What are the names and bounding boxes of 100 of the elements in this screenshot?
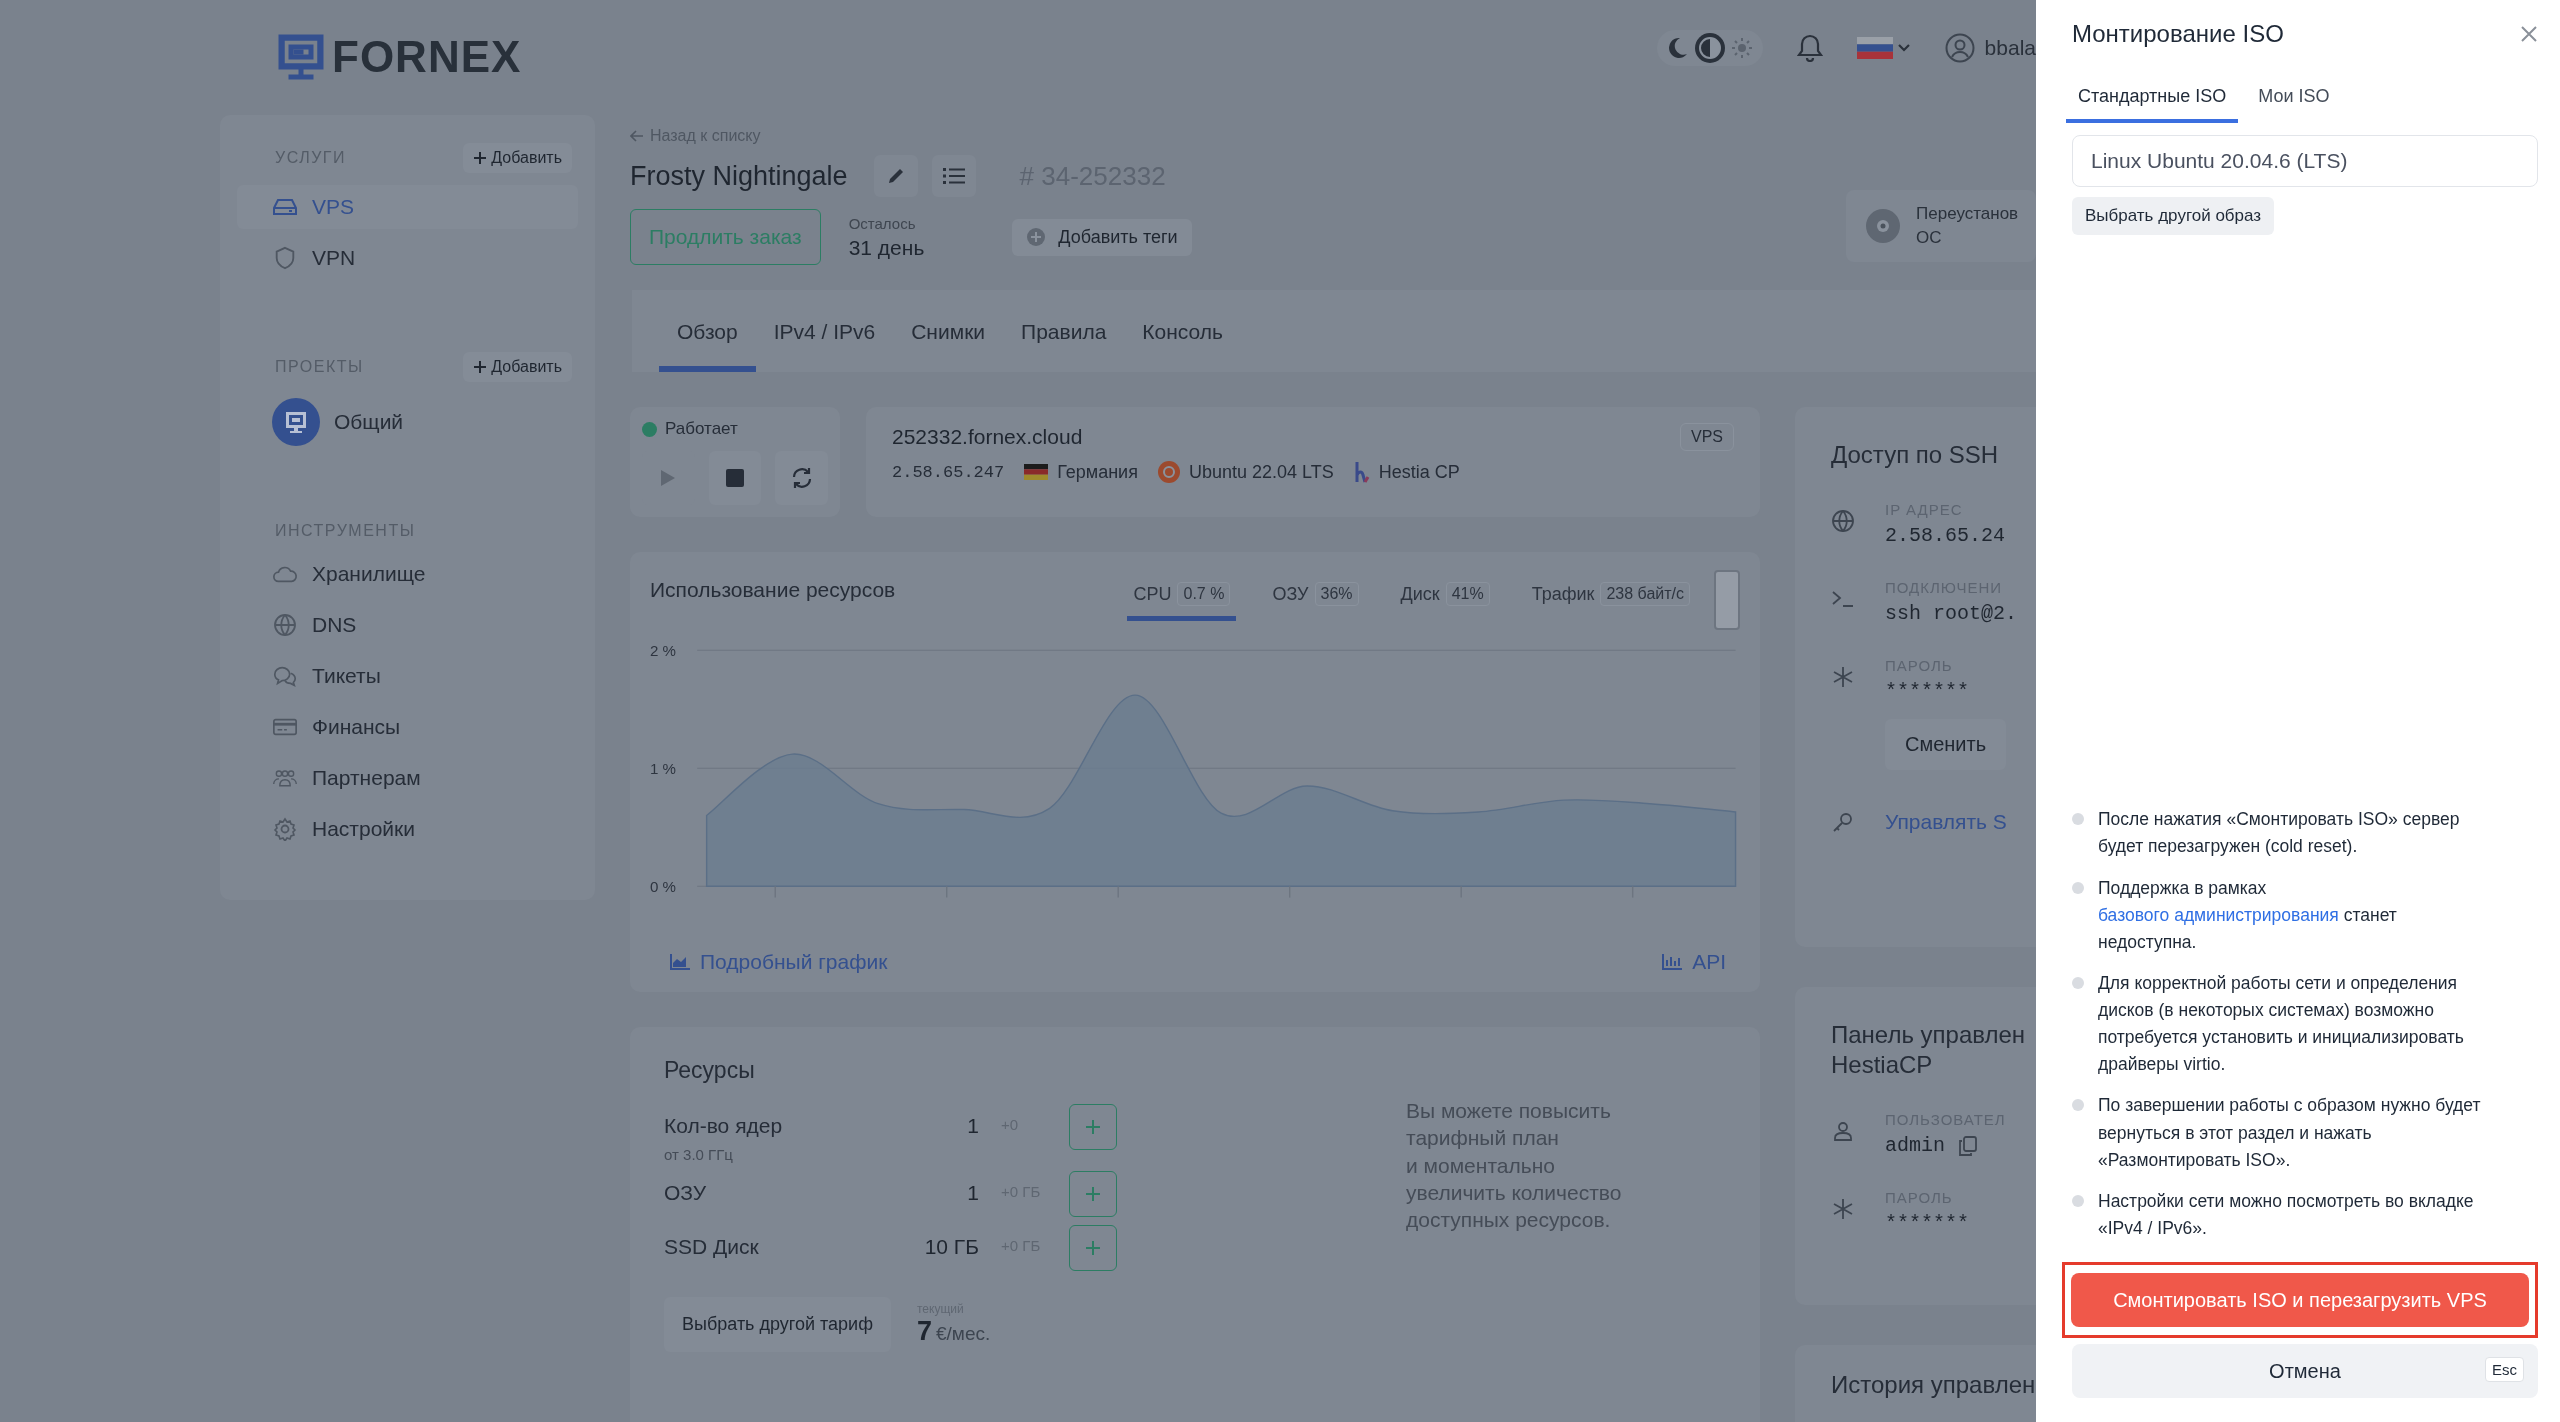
globe-icon: [1831, 509, 1855, 533]
tab[interactable]: Снимки: [893, 320, 1004, 372]
stop-button[interactable]: [708, 451, 762, 505]
metric-tab[interactable]: ОЗУ 36%: [1266, 570, 1365, 621]
bullet-dot: [2072, 1099, 2084, 1112]
add-button[interactable]: Добавить: [463, 143, 572, 173]
flag-icon: [1856, 37, 1893, 59]
change-plan-button[interactable]: Выбрать другой тариф: [664, 1297, 891, 1352]
price-unit: €/мес.: [936, 1323, 991, 1345]
plus-icon: [473, 360, 488, 374]
panel-name: Hestia CP: [1378, 461, 1460, 483]
edit-button[interactable]: [873, 155, 918, 197]
sidebar-item[interactable]: Настройки: [237, 807, 578, 851]
tab[interactable]: Мои ISO: [2246, 80, 2342, 123]
note-text: Для корректной работы сети и определения дисков (в некоторых системах) возможно потребуется установить и инициализировать драйверы virtio.: [2098, 971, 2465, 1077]
os-logo-icon: [1157, 461, 1180, 483]
bell-icon[interactable]: [1796, 34, 1823, 62]
tab[interactable]: IPv4 / IPv6: [755, 320, 894, 372]
asterisk-icon: [1831, 1197, 1855, 1221]
card-title: HestiaCP: [1831, 1051, 1934, 1079]
field-value: *******: [1885, 680, 1970, 703]
esc-key-hint: Esc: [2485, 1357, 2524, 1382]
choose-image-button[interactable]: Выбрать другой образ: [2072, 197, 2275, 235]
sun-icon: [1731, 38, 1752, 58]
sidebar-item[interactable]: VPS: [237, 185, 578, 229]
resource-label: Кол-во ядер: [664, 1114, 784, 1138]
disc-icon: [1864, 207, 1902, 245]
cancel-button[interactable]: Отмена Esc: [2072, 1344, 2538, 1398]
sidebar-item[interactable]: VPN: [237, 236, 578, 280]
note-text: После нажатия «Смонтировать ISO» сервер будет перезагружен (cold reset).: [2098, 808, 2461, 859]
manage-keys-link[interactable]: Управлять S: [1885, 810, 2007, 834]
sidebar-item[interactable]: Партнерам: [237, 756, 578, 800]
area-chart-icon: [670, 954, 690, 970]
tab[interactable]: Обзор: [659, 320, 756, 372]
add-button[interactable]: Добавить: [463, 352, 572, 382]
tab[interactable]: Стандартные ISO: [2066, 80, 2239, 123]
sidebar-item[interactable]: Общий: [237, 394, 578, 450]
server-name: Frosty Nightingale: [630, 160, 848, 192]
status-text: Работает: [665, 419, 738, 439]
chat-icon: [272, 664, 298, 688]
user-icon: [1944, 33, 1975, 63]
plus-icon: [1085, 1119, 1101, 1135]
mount-and-reboot-button[interactable]: Смонтировать ISO и перезагрузить VPS: [2071, 1273, 2529, 1327]
axis-label: 1 %: [650, 759, 676, 777]
bullet-dot: [2072, 976, 2084, 989]
theme-option[interactable]: [1694, 33, 1725, 63]
resource-value: 10 ГБ: [924, 1234, 979, 1259]
sidebar-item[interactable]: Финансы: [237, 705, 578, 749]
sidebar-item[interactable]: Хранилище: [237, 552, 578, 596]
resource-value: 1: [966, 1113, 979, 1138]
note-text: Поддержка в рамках базового администрирования станет недоступна.: [2098, 876, 2398, 954]
copy-icon[interactable]: [1959, 1135, 1977, 1156]
reinstall-os-button[interactable]: Переустанов ОС: [1846, 190, 2036, 262]
plus-circle-icon: [1026, 227, 1047, 247]
list-icon: [942, 167, 965, 185]
arrow-left-icon: [630, 130, 644, 142]
location: Германия: [1057, 461, 1138, 483]
ip-address: 2.58.65.247: [892, 462, 1005, 482]
card-title: Панель управлен: [1831, 1021, 2027, 1049]
logo-text: FORNEX: [332, 32, 522, 82]
play-icon: [660, 469, 677, 487]
restart-button[interactable]: [775, 451, 828, 505]
sidebar-item[interactable]: DNS: [237, 603, 578, 647]
detailed-chart-link[interactable]: Подробный график: [670, 950, 888, 974]
stop-icon: [726, 469, 744, 487]
caret-icon: [1896, 43, 1911, 53]
refresh-icon: [790, 467, 813, 489]
metric-tab[interactable]: Трафик 238 байт/с: [1525, 570, 1696, 621]
list-button[interactable]: [931, 155, 976, 197]
plus-icon: [1085, 1240, 1101, 1256]
close-icon[interactable]: [2520, 25, 2538, 43]
note-text: Настройки сети можно посмотреть во вкладке «IPv4 / IPv6».: [2098, 1189, 2475, 1240]
scroll-handle[interactable]: [1714, 570, 1740, 630]
add-tags-button[interactable]: Добавить теги: [1012, 218, 1192, 256]
support-link[interactable]: базового администрирования: [2098, 904, 2339, 925]
change-password-button[interactable]: Сменить: [1885, 719, 2007, 770]
globe-icon: [272, 613, 298, 637]
os-name: Ubuntu 22.04 LTS: [1188, 461, 1334, 483]
panel-logo-icon: [1353, 461, 1370, 483]
tab[interactable]: Правила: [1003, 320, 1125, 372]
bar-chart-icon: [1662, 954, 1683, 970]
tab[interactable]: Консоль: [1124, 320, 1241, 372]
api-link[interactable]: API: [1662, 950, 1726, 974]
card-title: История управлен: [1831, 1371, 2037, 1399]
drawer-title: Монтирование ISO: [2072, 20, 2284, 48]
field-value: *******: [1885, 1212, 1969, 1235]
card-title: Ресурсы: [664, 1057, 756, 1084]
axis-label: 2 %: [650, 641, 676, 659]
metric-tab[interactable]: CPU 0.7 %: [1127, 570, 1237, 621]
remaining-days: 31 день: [848, 235, 925, 260]
sidebar-item[interactable]: Тикеты: [237, 654, 578, 698]
user-menu[interactable]: bbala: [1944, 33, 2036, 63]
price: 7: [917, 1316, 932, 1347]
bullet-dot: [2072, 813, 2084, 826]
metric-tab[interactable]: Диск 41%: [1394, 570, 1496, 621]
language-select[interactable]: [1856, 37, 1911, 59]
resource-label: SSD Диск: [664, 1235, 760, 1259]
iso-image-field[interactable]: Linux Ubuntu 20.04.6 (LTS): [2072, 135, 2538, 187]
user-icon: [1831, 1119, 1855, 1143]
type-badge: VPS: [1680, 423, 1734, 451]
